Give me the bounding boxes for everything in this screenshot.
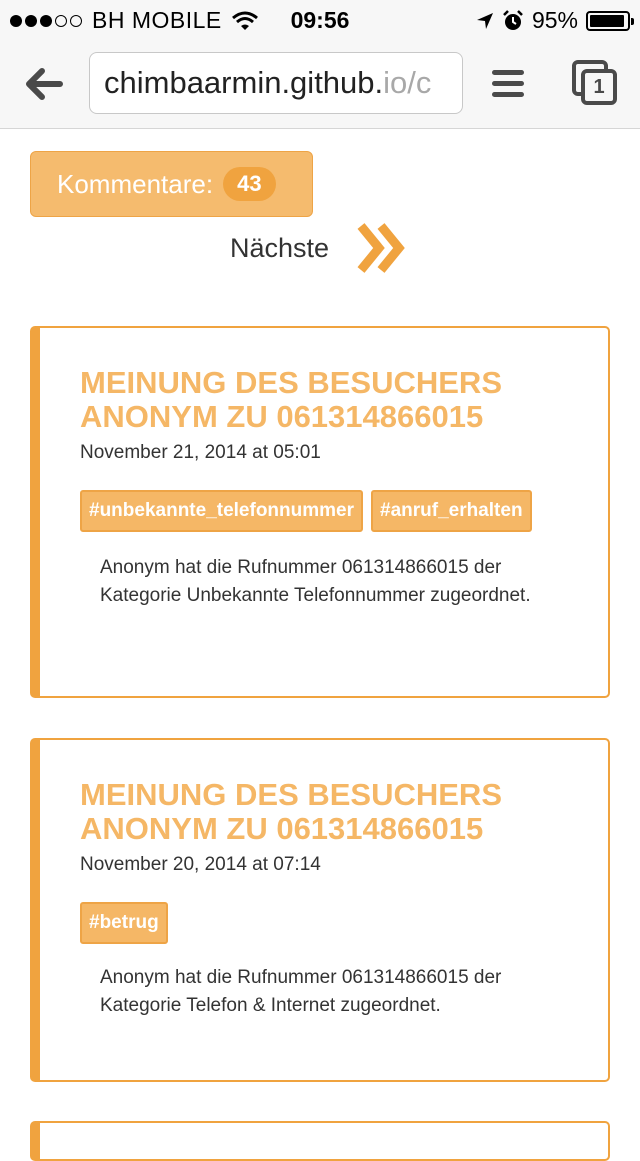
browser-toolbar: chimbaarmin.github.io/c 1 (0, 40, 640, 129)
menu-line (492, 81, 524, 86)
menu-line (492, 92, 524, 97)
tab-count: 1 (581, 69, 617, 105)
next-label: Nächste (230, 232, 330, 263)
tabs-icon[interactable]: 1 (572, 60, 618, 106)
back-arrow-icon[interactable] (22, 62, 66, 106)
tag-list: #betrug (80, 902, 168, 944)
double-chevron-right-icon[interactable] (355, 220, 411, 276)
comment-text: Anonym hat die Rufnummer 061314866015 de… (100, 557, 531, 606)
tag-list: #unbekannte_telefonnummer #anruf_erhalte… (80, 490, 532, 532)
tag-anruf-erhalten[interactable]: #anruf_erhalten (371, 490, 532, 532)
location-arrow-icon (476, 12, 493, 29)
next-page-link[interactable]: Nächste (230, 220, 411, 276)
comment-title: MEINUNG DES BESUCHERS ANONYM ZU 06131486… (80, 365, 502, 434)
url-path: io/c (383, 65, 432, 100)
comment-card: MEINUNG DES BESUCHERS ANONYM ZU 06131486… (30, 326, 610, 698)
tag-unbekannte-telefonnummer[interactable]: #unbekannte_telefonnummer (80, 490, 363, 532)
status-right: 95% (476, 7, 634, 34)
battery-icon (586, 10, 634, 31)
tag-betrug[interactable]: #betrug (80, 902, 168, 944)
battery-level (590, 14, 625, 27)
comment-title: MEINUNG DES BESUCHERS ANONYM ZU 06131486… (80, 777, 502, 846)
address-bar[interactable]: chimbaarmin.github.io/c (89, 52, 463, 114)
comment-text: Anonym hat die Rufnummer 061314866015 de… (100, 967, 502, 1016)
battery-tip (631, 17, 634, 25)
status-bar: BH MOBILE 09:56 95% (0, 0, 640, 40)
menu-icon[interactable] (492, 70, 524, 98)
battery-percent: 95% (531, 7, 578, 33)
url-host: chimbaarmin.github. (104, 65, 384, 100)
comment-date: November 20, 2014 at 07:14 (80, 854, 321, 875)
comment-card (30, 1121, 610, 1161)
comment-date: November 21, 2014 at 05:01 (80, 442, 321, 463)
comments-count-badge: 43 (223, 167, 276, 201)
comment-card: MEINUNG DES BESUCHERS ANONYM ZU 06131486… (30, 738, 610, 1082)
comments-button[interactable]: Kommentare: 43 (30, 151, 313, 217)
alarm-clock-icon (503, 9, 523, 30)
comments-label: Kommentare: (57, 168, 214, 199)
menu-line (492, 70, 524, 75)
